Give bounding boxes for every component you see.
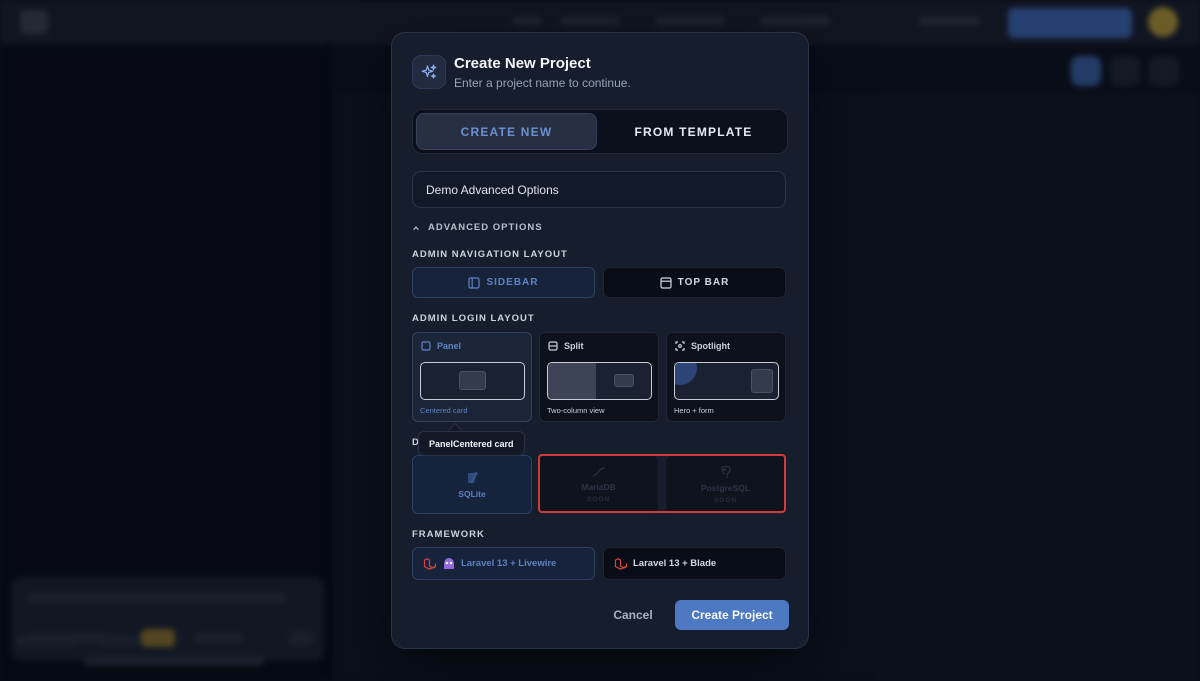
- topbar-layout-icon: [660, 276, 672, 289]
- framework-option-blade[interactable]: Laravel 13 + Blade: [603, 547, 786, 580]
- create-project-modal: Create New Project Enter a project name …: [391, 32, 809, 649]
- split-layout-preview: [547, 362, 652, 400]
- create-project-button[interactable]: Create Project: [675, 600, 789, 630]
- framework-option-livewire-label: Laravel 13 + Livewire: [461, 558, 557, 569]
- framework-label: FRAMEWORK: [412, 529, 485, 540]
- login-option-spotlight-title: Spotlight: [691, 341, 730, 351]
- project-name-input[interactable]: Demo Advanced Options: [412, 171, 786, 208]
- database-option-sqlite-label: SQLite: [458, 488, 486, 499]
- advanced-options-toggle[interactable]: ADVANCED OPTIONS: [412, 222, 543, 233]
- login-option-panel-header: Panel: [421, 341, 461, 351]
- panel-tooltip: PanelCentered card: [418, 431, 525, 456]
- panel-layout-preview: [420, 362, 525, 400]
- admin-nav-layout-label: ADMIN NAVIGATION LAYOUT: [412, 249, 568, 260]
- preview-form-card: [751, 369, 773, 393]
- nav-option-sidebar[interactable]: SIDEBAR: [412, 267, 595, 298]
- preview-hero-glow: [675, 363, 697, 385]
- preview-left-column: [548, 363, 596, 399]
- login-option-split-caption: Two-column view: [547, 406, 605, 415]
- database-option-sqlite[interactable]: SQLite: [412, 455, 532, 514]
- advanced-options-label: ADVANCED OPTIONS: [428, 222, 543, 233]
- modal-title: Create New Project: [454, 55, 591, 72]
- modal-subtitle: Enter a project name to continue.: [454, 76, 631, 90]
- nav-option-topbar[interactable]: TOP BAR: [603, 267, 786, 298]
- tab-from-template[interactable]: FROM TEMPLATE: [603, 113, 784, 150]
- login-option-panel[interactable]: Panel Centered card: [412, 332, 532, 422]
- login-option-panel-caption: Centered card: [420, 406, 468, 415]
- framework-option-blade-label: Laravel 13 + Blade: [633, 558, 717, 569]
- login-option-spotlight[interactable]: Spotlight Hero + form: [666, 332, 786, 422]
- nav-option-topbar-label: TOP BAR: [677, 277, 730, 288]
- preview-centered-card: [459, 371, 486, 390]
- tab-create-new[interactable]: CREATE NEW: [416, 113, 597, 150]
- login-option-panel-title: Panel: [437, 341, 462, 351]
- framework-option-livewire[interactable]: Laravel 13 + Livewire: [412, 547, 595, 580]
- preview-form-card: [614, 374, 634, 387]
- login-option-split[interactable]: Split Two-column view: [539, 332, 659, 422]
- focus-icon: [675, 341, 685, 351]
- login-option-split-header: Split: [548, 341, 584, 351]
- spotlight-layout-preview: [674, 362, 779, 400]
- login-option-split-title: Split: [564, 341, 584, 351]
- sidebar-layout-icon: [468, 276, 481, 289]
- login-option-spotlight-caption: Hero + form: [674, 406, 714, 415]
- cancel-button[interactable]: Cancel: [602, 600, 664, 630]
- login-option-spotlight-header: Spotlight: [675, 341, 730, 351]
- rows-icon: [548, 341, 558, 351]
- sparkles-icon: [412, 55, 446, 89]
- admin-login-layout-label: ADMIN LOGIN LAYOUT: [412, 313, 535, 324]
- sqlite-icon: [468, 472, 478, 483]
- chevron-up-icon: [413, 225, 419, 230]
- nav-option-sidebar-label: SIDEBAR: [486, 277, 539, 288]
- livewire-icon: [444, 557, 454, 569]
- laravel-icon: [614, 557, 628, 570]
- coming-soon-highlight-box: [538, 454, 786, 513]
- laravel-icon: [423, 557, 437, 570]
- project-source-tabs: CREATE NEW FROM TEMPLATE: [412, 109, 788, 154]
- square-icon: [421, 341, 431, 351]
